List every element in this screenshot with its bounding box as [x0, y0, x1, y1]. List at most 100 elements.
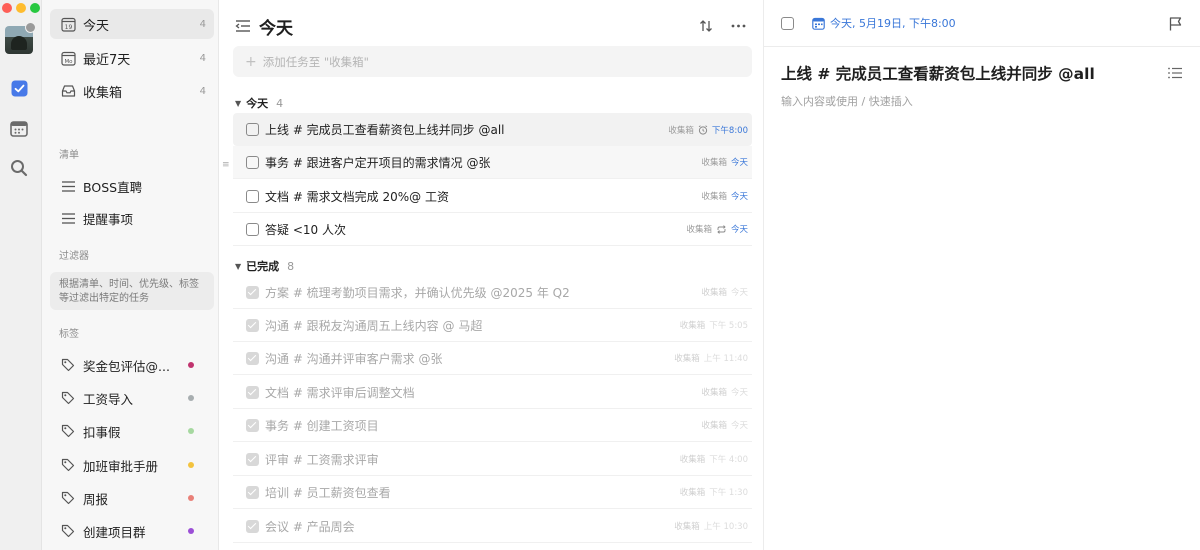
- sidebar-item-count: 4: [199, 52, 206, 64]
- group-count: 8: [287, 259, 295, 273]
- filters-hint[interactable]: 根据清单、时间、优先级、标签等过滤出特定的任务: [50, 272, 214, 310]
- task-checkbox[interactable]: [246, 285, 259, 299]
- sidebar-tag-label: 工资导入: [83, 391, 134, 407]
- close-window-button[interactable]: [2, 3, 12, 13]
- sidebar-item-next7days[interactable]: Mo 最近7天 4: [50, 43, 214, 73]
- sidebar-tag-item[interactable]: 工资导入: [50, 384, 214, 412]
- task-row[interactable]: 培训 # 员工薪资包查看 收集箱 下午 1:30: [233, 476, 752, 509]
- tag-color-dot: [188, 395, 194, 401]
- group-name: 已完成: [246, 260, 280, 273]
- task-checkbox[interactable]: [246, 318, 259, 332]
- sidebar-item-label: 提醒事项: [83, 211, 134, 227]
- sidebar-tag-item[interactable]: 奖金包评估@...: [50, 351, 214, 379]
- sidebar-item-today[interactable]: 19 今天 4: [50, 9, 214, 39]
- sidebar-item-boss[interactable]: BOSS直聘: [50, 172, 214, 200]
- task-due: 下午 5:05: [709, 319, 748, 331]
- task-row[interactable]: 方案 # 梳理考勤项目需求，并确认优先级 @2025 年 Q2 收集箱 今天: [233, 276, 752, 309]
- task-row[interactable]: 事务 # 跟进客户定开项目的需求情况 @张 收集箱 今天: [233, 146, 752, 179]
- tag-icon: [60, 423, 76, 439]
- tasks-nav-button[interactable]: [9, 78, 29, 98]
- nav-rail: [0, 0, 42, 550]
- detail-content-input[interactable]: 输入内容或使用 / 快速插入: [781, 93, 913, 109]
- avatar-badge: [25, 22, 36, 33]
- task-due: 今天: [731, 286, 748, 298]
- task-due-text: 下午 5:05: [709, 321, 748, 331]
- collapse-sidebar-button[interactable]: [235, 19, 251, 33]
- sidebar-tag-label: 创建项目群: [83, 524, 146, 540]
- sort-button[interactable]: [695, 15, 717, 37]
- task-checkbox[interactable]: [246, 189, 259, 203]
- sidebar-tag-item[interactable]: 创建项目群: [50, 517, 214, 545]
- task-due-text: 今天: [730, 421, 748, 431]
- task-row[interactable]: 事务 # 创建工资项目 收集箱 今天: [233, 409, 752, 442]
- task-checkbox[interactable]: [246, 155, 259, 169]
- search-icon: [11, 160, 28, 177]
- detail-title[interactable]: 上线 # 完成员工查看薪资包上线并同步 @all: [781, 62, 1095, 84]
- task-checkbox[interactable]: [246, 123, 259, 136]
- checkbox-icon: [11, 80, 27, 96]
- checklist-toggle-button[interactable]: [1168, 64, 1182, 83]
- task-due-text: 今天: [730, 225, 748, 235]
- tag-color-dot: [188, 428, 194, 434]
- tag-color-dot: [188, 462, 194, 468]
- task-due: 上午 11:40: [704, 352, 748, 364]
- repeat-icon: [717, 224, 726, 234]
- task-checkbox[interactable]: [246, 452, 259, 466]
- sidebar-item-count: 4: [199, 85, 206, 97]
- task-row[interactable]: 上线 # 完成员工查看薪资包上线并同步 @all 收集箱 下午8:00: [233, 113, 752, 146]
- search-nav-button[interactable]: [9, 158, 29, 178]
- add-task-placeholder: 添加任务至 "收集箱": [262, 54, 369, 69]
- task-row[interactable]: 答疑 <10 人次 收集箱 今天: [233, 213, 752, 246]
- task-title: 沟通 # 跟税友沟通周五上线内容 @ 马超: [265, 318, 483, 333]
- task-list-header: 今天: [235, 12, 749, 40]
- task-list-name: 收集箱: [679, 488, 706, 498]
- minimize-window-button[interactable]: [16, 3, 26, 13]
- chevron-down-icon: ▼: [235, 261, 242, 271]
- priority-flag-button[interactable]: [1169, 16, 1182, 35]
- task-row[interactable]: 文档 # 需求评审后调整文档 收集箱 今天: [233, 376, 752, 409]
- sidebar-item-reminders[interactable]: 提醒事项: [50, 204, 214, 232]
- task-row[interactable]: 沟通 # 跟税友沟通周五上线内容 @ 马超 收集箱 下午 5:05: [233, 309, 752, 342]
- task-checkbox[interactable]: [246, 519, 259, 533]
- task-row[interactable]: 会议 # 产品周会 收集箱 上午 10:30: [233, 510, 752, 543]
- due-date-button[interactable]: 今天, 5月19日, 下午8:00: [812, 15, 956, 31]
- sidebar-item-label: 今天: [83, 18, 110, 34]
- task-checkbox[interactable]: [246, 418, 259, 432]
- task-list-name: 收集箱: [674, 522, 700, 532]
- detail-checkbox[interactable]: [781, 16, 794, 30]
- task-list-name: 收集箱: [668, 125, 694, 136]
- sidebar-item-inbox[interactable]: 收集箱 4: [50, 76, 214, 106]
- sidebar-tag-item[interactable]: 扣事假: [50, 417, 214, 445]
- task-checkbox[interactable]: [246, 485, 259, 499]
- window-controls: [2, 3, 40, 13]
- tag-color-dot: [188, 528, 194, 534]
- completed-group-header[interactable]: ▼ 已完成 8: [235, 258, 294, 274]
- task-due-text: 上午 11:40: [703, 354, 748, 364]
- calendar-nav-button[interactable]: [9, 118, 29, 138]
- task-due-text: 今天: [730, 158, 748, 168]
- calendar-icon: [10, 120, 28, 137]
- task-checkbox[interactable]: [246, 351, 259, 365]
- sidebar-tag-item[interactable]: 加班审批手册: [50, 451, 214, 479]
- alarm-icon: [698, 124, 708, 135]
- drag-handle-icon[interactable]: ≡: [222, 160, 230, 170]
- more-options-button[interactable]: [727, 15, 749, 37]
- filters-section-title: 过滤器: [59, 251, 89, 262]
- task-checkbox[interactable]: [246, 385, 259, 399]
- task-row[interactable]: 沟通 # 沟通并评审客户需求 @张 收集箱 上午 11:40: [233, 342, 752, 375]
- task-list-name: 收集箱: [701, 192, 727, 202]
- svg-text:Mo: Mo: [64, 59, 73, 65]
- today-group-header[interactable]: ▼ 今天 4: [235, 95, 283, 111]
- svg-text:19: 19: [64, 24, 72, 31]
- task-row[interactable]: 评审 # 工资需求评审 收集箱 下午 4:00: [233, 443, 752, 476]
- task-checkbox[interactable]: [246, 222, 259, 236]
- zoom-window-button[interactable]: [30, 3, 40, 13]
- inbox-icon: [60, 83, 76, 99]
- add-task-input[interactable]: + 添加任务至 "收集箱": [233, 46, 752, 77]
- task-due-text: 今天: [730, 192, 748, 202]
- task-title: 事务 # 跟进客户定开项目的需求情况 @张: [265, 155, 491, 170]
- sidebar-tag-item[interactable]: 周报: [50, 484, 214, 512]
- task-row[interactable]: 文档 # 需求文档完成 20%@ 工资 收集箱 今天: [233, 180, 752, 213]
- task-title: 事务 # 创建工资项目: [265, 418, 379, 433]
- sidebar: 19 今天 4 Mo 最近7天 4 收集箱 4 清单 BOSS直聘 提醒事项 过…: [42, 0, 219, 550]
